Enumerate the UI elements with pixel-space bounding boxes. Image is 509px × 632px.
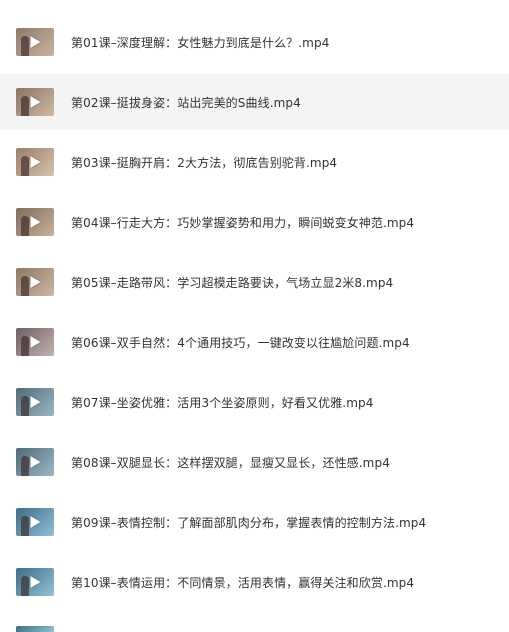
video-thumbnail[interactable] xyxy=(16,388,54,416)
lesson-item[interactable]: 第05课–走路带风：学习超模走路要诀，气场立显2米8.mp4 xyxy=(0,254,509,310)
lesson-title: 第05课–走路带风：学习超模走路要诀，气场立显2米8.mp4 xyxy=(71,276,394,290)
play-icon xyxy=(30,336,41,348)
lesson-title: 第04课–行走大方：巧妙掌握姿势和用力，瞬间蜕变女神范.mp4 xyxy=(71,216,415,230)
thumbnail-figure xyxy=(21,36,29,56)
lesson-item[interactable]: 第01课–深度理解：女性魅力到底是什么？.mp4 xyxy=(0,14,509,70)
lesson-title: 第08课–双腿显长：这样摆双腿，显瘦又显长，还性感.mp4 xyxy=(71,456,390,470)
lesson-title: 第01课–深度理解：女性魅力到底是什么？.mp4 xyxy=(71,36,330,50)
play-icon xyxy=(30,36,41,48)
lesson-list: 第01课–深度理解：女性魅力到底是什么？.mp4 第02课–挺拔身姿：站出完美的S… xyxy=(0,0,509,632)
lesson-title: 第10课–表情运用：不同情景，活用表情，赢得关注和欣赏.mp4 xyxy=(71,576,415,590)
video-thumbnail[interactable] xyxy=(16,88,54,116)
lesson-item[interactable]: 第09课–表情控制：了解面部肌肉分布，掌握表情的控制方法.mp4 xyxy=(0,494,509,550)
next-lesson-thumbnail-partial xyxy=(16,626,54,632)
video-thumbnail[interactable] xyxy=(16,328,54,356)
lesson-item[interactable]: 第04课–行走大方：巧妙掌握姿势和用力，瞬间蜕变女神范.mp4 xyxy=(0,194,509,250)
play-icon xyxy=(30,516,41,528)
lesson-item[interactable]: 第02课–挺拔身姿：站出完美的S曲线.mp4 xyxy=(0,74,509,130)
thumbnail-figure xyxy=(21,336,29,356)
play-icon xyxy=(30,96,41,108)
video-thumbnail[interactable] xyxy=(16,448,54,476)
play-icon xyxy=(30,216,41,228)
video-thumbnail[interactable] xyxy=(16,28,54,56)
video-thumbnail[interactable] xyxy=(16,148,54,176)
thumbnail-figure xyxy=(21,576,29,596)
play-icon xyxy=(30,456,41,468)
video-thumbnail[interactable] xyxy=(16,268,54,296)
lesson-item[interactable]: 第03课–挺胸开肩：2大方法，彻底告别驼背.mp4 xyxy=(0,134,509,190)
thumbnail-figure xyxy=(21,396,29,416)
thumbnail-figure xyxy=(21,216,29,236)
lesson-title: 第06课–双手自然：4个通用技巧，一键改变以往尴尬问题.mp4 xyxy=(71,336,410,350)
lesson-item[interactable]: 第08课–双腿显长：这样摆双腿，显瘦又显长，还性感.mp4 xyxy=(0,434,509,490)
thumbnail-figure xyxy=(21,276,29,296)
lesson-title: 第03课–挺胸开肩：2大方法，彻底告别驼背.mp4 xyxy=(71,156,338,170)
lesson-item[interactable]: 第06课–双手自然：4个通用技巧，一键改变以往尴尬问题.mp4 xyxy=(0,314,509,370)
video-thumbnail[interactable] xyxy=(16,568,54,596)
lesson-item[interactable]: 第10课–表情运用：不同情景，活用表情，赢得关注和欣赏.mp4 xyxy=(0,554,509,610)
play-icon xyxy=(30,276,41,288)
thumbnail-figure xyxy=(21,96,29,116)
play-icon xyxy=(30,156,41,168)
thumbnail-figure xyxy=(21,516,29,536)
thumbnail-figure xyxy=(21,156,29,176)
lesson-title: 第02课–挺拔身姿：站出完美的S曲线.mp4 xyxy=(71,96,301,110)
play-icon xyxy=(30,396,41,408)
play-icon xyxy=(30,576,41,588)
video-thumbnail[interactable] xyxy=(16,208,54,236)
lesson-item[interactable]: 第07课–坐姿优雅：活用3个坐姿原则，好看又优雅.mp4 xyxy=(0,374,509,430)
lesson-title: 第07课–坐姿优雅：活用3个坐姿原则，好看又优雅.mp4 xyxy=(71,396,374,410)
video-thumbnail[interactable] xyxy=(16,508,54,536)
thumbnail-figure xyxy=(21,456,29,476)
lesson-title: 第09课–表情控制：了解面部肌肉分布，掌握表情的控制方法.mp4 xyxy=(71,516,427,530)
